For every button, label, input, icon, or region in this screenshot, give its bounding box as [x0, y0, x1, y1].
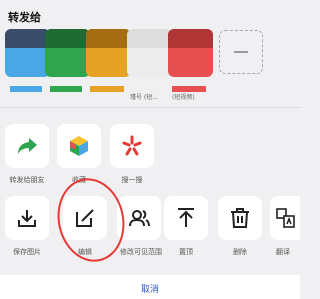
contact-label: 瑾号 (短... [130, 94, 158, 101]
cube-icon [70, 136, 88, 156]
translate-icon [276, 208, 295, 228]
share-to-friend-label: 转发给朋友 [9, 176, 45, 184]
search-button[interactable] [110, 124, 154, 168]
contact-tile[interactable] [5, 29, 50, 77]
contact-strip [50, 86, 82, 92]
cancel-button[interactable]: 取消 [0, 282, 300, 295]
save-image-label: 保存图片 [13, 248, 41, 256]
sheet-title: 转发给 [8, 11, 41, 24]
dash-icon [234, 51, 248, 53]
delete-label: 删除 [233, 248, 247, 256]
people-icon [129, 210, 150, 227]
contact-tile[interactable] [86, 29, 131, 77]
search-spark-icon [122, 135, 142, 156]
divider [0, 107, 300, 108]
share-arrow-icon [18, 138, 37, 154]
trash-icon [231, 208, 249, 228]
delete-button[interactable] [218, 196, 262, 240]
more-contacts-button[interactable] [219, 30, 263, 74]
save-image-button[interactable] [5, 196, 49, 240]
contact-strip [90, 86, 124, 92]
search-label: 搜一搜 [121, 176, 143, 184]
contact-tile[interactable] [168, 29, 213, 77]
download-icon [18, 210, 36, 227]
contact-tile[interactable] [45, 29, 90, 77]
favorite-button[interactable] [57, 124, 101, 168]
contact-tile[interactable] [127, 29, 172, 77]
translate-button[interactable] [270, 196, 300, 240]
contact-label: (短视频) [172, 94, 195, 101]
share-to-friend-button[interactable] [5, 124, 49, 168]
pin-top-icon [178, 208, 194, 227]
contact-strip [10, 86, 42, 92]
pin-top-label: 置顶 [179, 248, 193, 256]
translate-label: 翻译 [276, 248, 290, 256]
cancel-bar: 取消 [0, 275, 300, 299]
pin-top-button[interactable] [164, 196, 208, 240]
